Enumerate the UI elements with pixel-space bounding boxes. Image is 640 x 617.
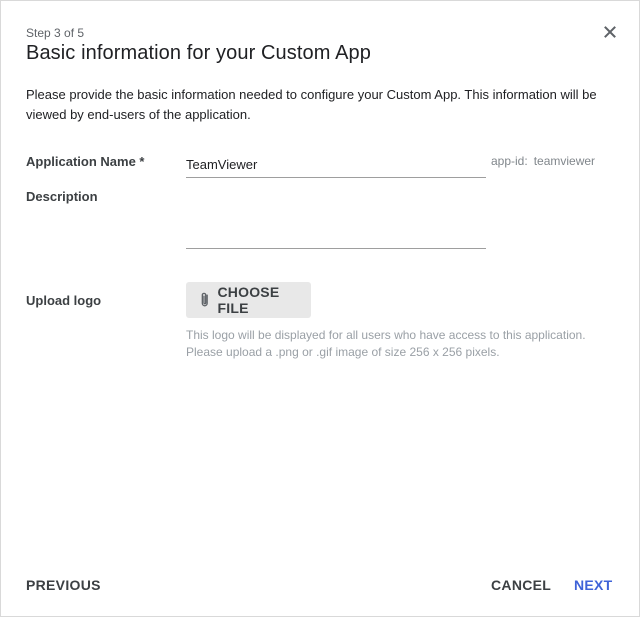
dialog-title: Basic information for your Custom App — [26, 42, 371, 64]
app-id-label: app-id: — [491, 154, 528, 168]
previous-button[interactable]: PREVIOUS — [26, 577, 101, 593]
intro-text: Please provide the basic information nee… — [26, 87, 597, 122]
cancel-button[interactable]: CANCEL — [491, 577, 551, 593]
description-label: Description — [26, 189, 98, 204]
paperclip-icon — [201, 292, 208, 307]
application-name-input[interactable] — [186, 151, 486, 178]
upload-logo-label: Upload logo — [26, 293, 102, 308]
logo-hint-line2: Please upload a .png or .gif image of si… — [186, 345, 500, 359]
app-id-readout: app-id: teamviewer — [491, 154, 595, 168]
choose-file-button[interactable]: CHOOSE FILE — [186, 282, 311, 318]
app-id-value: teamviewer — [533, 154, 596, 168]
logo-hint: This logo will be displayed for all user… — [186, 327, 626, 361]
close-icon[interactable] — [601, 23, 619, 41]
step-indicator: Step 3 of 5 — [26, 26, 85, 40]
custom-app-dialog: Step 3 of 5 Basic information for your C… — [0, 0, 640, 617]
description-input[interactable] — [186, 187, 486, 249]
logo-hint-line1: This logo will be displayed for all user… — [186, 328, 586, 342]
application-name-label: Application Name * — [26, 154, 145, 169]
next-button[interactable]: NEXT — [574, 577, 613, 593]
choose-file-label: CHOOSE FILE — [217, 284, 280, 316]
